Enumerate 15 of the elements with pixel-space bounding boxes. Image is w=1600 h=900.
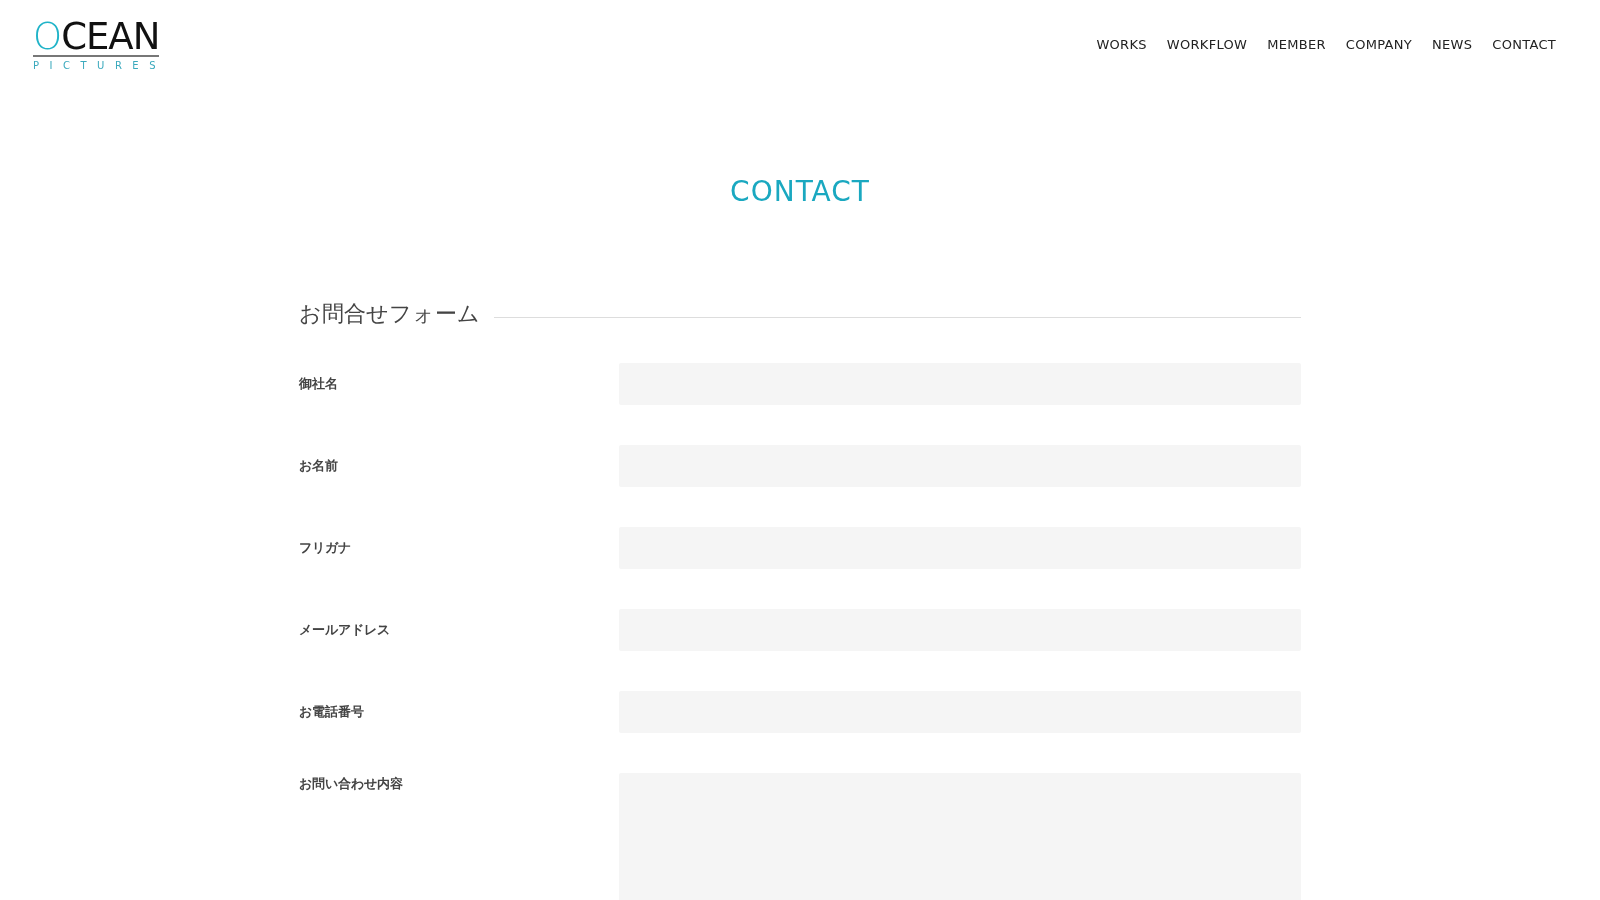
nav-link[interactable]: CONTACT bbox=[1492, 37, 1556, 52]
logo[interactable]: OCEAN PICTURES bbox=[33, 20, 173, 72]
nav-link[interactable]: MEMBER bbox=[1267, 37, 1326, 52]
field-label: フリガナ bbox=[299, 539, 352, 557]
field-label: お名前 bbox=[299, 457, 339, 475]
nav-link[interactable]: NEWS bbox=[1432, 37, 1473, 52]
form-heading: お問合せフォーム bbox=[299, 300, 480, 328]
nav-link[interactable]: WORKS bbox=[1096, 37, 1147, 52]
nav-link[interactable]: COMPANY bbox=[1345, 37, 1412, 52]
nav-link[interactable]: WORKFLOW bbox=[1166, 37, 1248, 52]
field-label: お電話番号 bbox=[299, 703, 365, 721]
field-label: メールアドレス bbox=[299, 621, 391, 639]
page-title: CONTACT bbox=[729, 175, 871, 208]
field-label: 御社名 bbox=[299, 375, 339, 393]
field-label: お問い合わせ内容 bbox=[299, 775, 404, 793]
